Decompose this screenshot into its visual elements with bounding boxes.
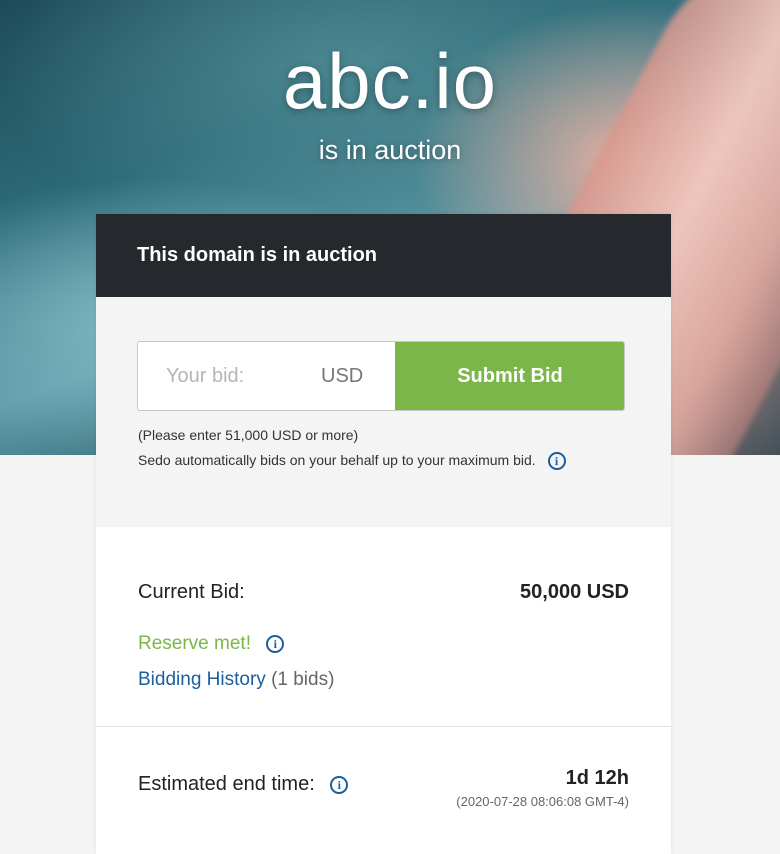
bidding-history-link[interactable]: Bidding History — [138, 669, 266, 690]
bid-currency-label: USD — [321, 365, 364, 387]
bid-amount-input[interactable] — [138, 342, 313, 410]
card-header: This domain is in auction — [96, 214, 671, 297]
time-remaining: 1d 12h — [565, 767, 629, 789]
reserve-status: Reserve met! i — [138, 633, 285, 655]
current-bid-value: 50,000 USD — [520, 581, 629, 603]
auto-bid-note: Sedo automatically bids on your behalf u… — [138, 452, 566, 471]
minimum-bid-note: (Please enter 51,000 USD or more) — [138, 427, 359, 443]
bid-section: USD Submit Bid (Please enter 51,000 USD … — [96, 297, 671, 527]
bid-count: (1 bids) — [271, 669, 335, 690]
reserve-status-text: Reserve met! — [138, 633, 251, 654]
auction-status-subtitle: is in auction — [318, 135, 462, 165]
bidding-history: Bidding History (1 bids) — [138, 669, 334, 691]
auction-card: This domain is in auction USD Submit Bid… — [96, 214, 671, 854]
end-date: (2020-07-28 08:06:08 GMT-4) — [456, 794, 629, 809]
end-time-row: Estimated end time: i — [138, 773, 349, 796]
end-time-label: Estimated end time: — [138, 773, 315, 795]
info-icon[interactable]: i — [547, 452, 566, 471]
domain-name: abc.io — [282, 37, 498, 125]
bid-form: USD Submit Bid — [137, 341, 625, 411]
current-bid-section: Current Bid: 50,000 USD Reserve met! i B… — [96, 527, 671, 727]
auto-bid-note-text: Sedo automatically bids on your behalf u… — [138, 452, 536, 468]
info-icon[interactable]: i — [330, 775, 349, 794]
info-icon[interactable]: i — [266, 634, 285, 653]
current-bid-label: Current Bid: — [138, 581, 245, 603]
submit-bid-button[interactable]: Submit Bid — [395, 342, 624, 410]
